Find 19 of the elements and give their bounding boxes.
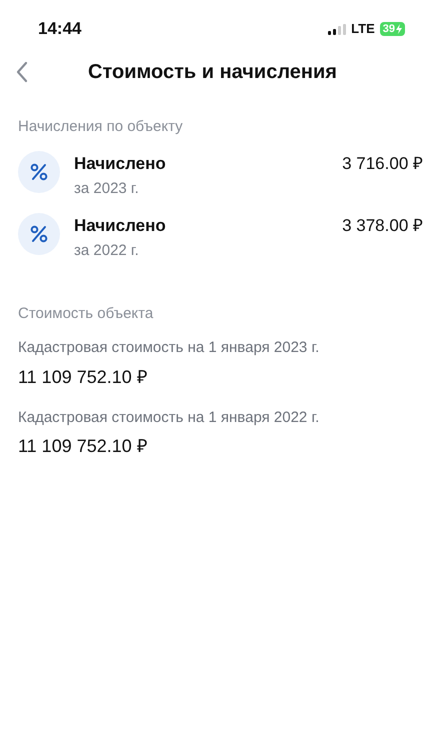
signal-icon (328, 24, 346, 34)
charge-amount: 3 378.00 ₽ (342, 214, 423, 236)
status-time: 14:44 (38, 18, 82, 40)
charge-label: Начислено (74, 214, 167, 236)
charge-period: за 2023 г. (74, 179, 140, 199)
charge-label: Начислено (74, 152, 167, 174)
value-label: Кадастровая стоимость на 1 января 2023 г. (18, 338, 320, 358)
network-label: LTE (351, 20, 375, 38)
section-title: Стоимость объекта (18, 304, 154, 324)
value-amount: 11 109 752.10 ₽ (18, 435, 148, 458)
battery-indicator: 39 (380, 22, 405, 36)
page-title: Стоимость и начисления (88, 60, 337, 85)
percent-icon (18, 212, 60, 254)
percent-icon (18, 150, 60, 192)
charge-period: за 2022 г. (74, 241, 140, 261)
value-label: Кадастровая стоимость на 1 января 2022 г. (18, 408, 320, 428)
charge-amount: 3 716.00 ₽ (342, 152, 423, 174)
value-amount: 11 109 752.10 ₽ (18, 366, 148, 388)
section-title: Начисления по объекту (18, 117, 184, 137)
